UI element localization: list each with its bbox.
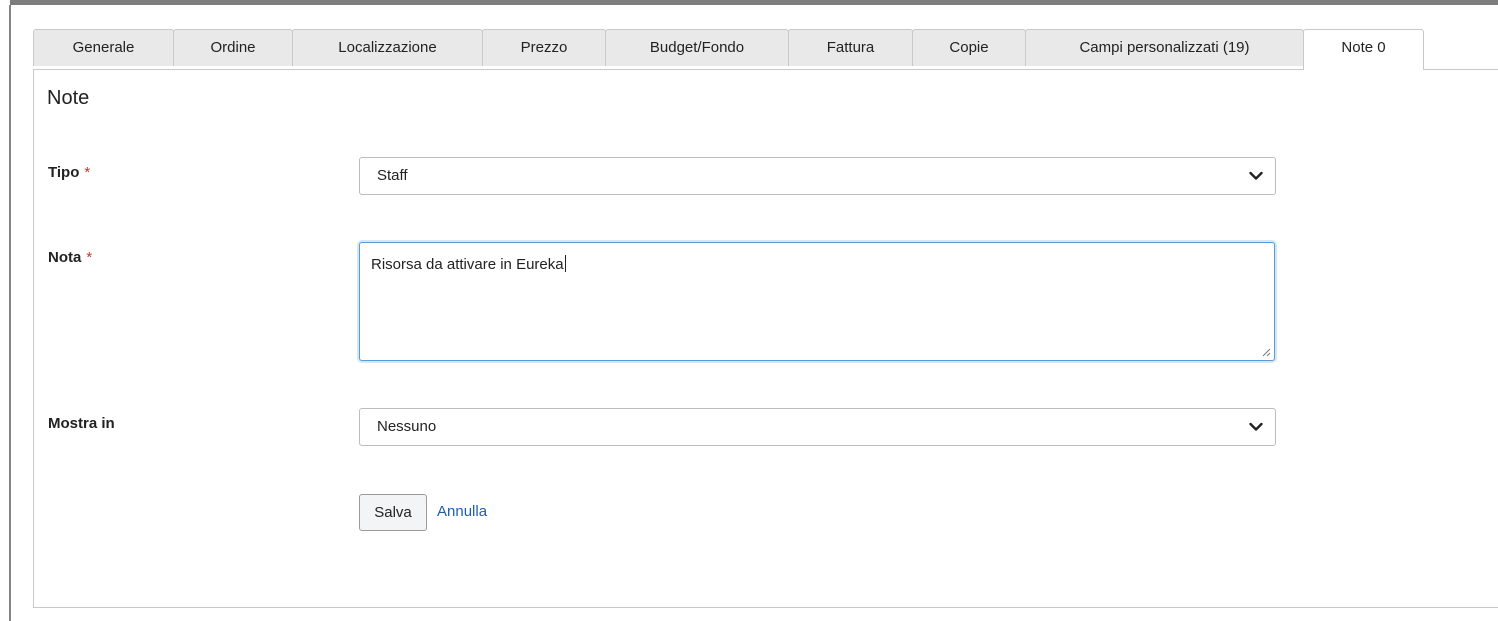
tab-budget-fondo[interactable]: Budget/Fondo (605, 29, 789, 66)
cancel-link[interactable]: Annulla (437, 503, 487, 520)
chevron-down-icon (1249, 422, 1263, 431)
text-caret (564, 255, 566, 272)
mostra-in-label-text: Mostra in (48, 415, 115, 432)
tipo-select-value: Staff (377, 167, 408, 184)
nota-text: Risorsa da attivare in Eureka (371, 256, 564, 273)
mostra-in-select-value: Nessuno (377, 418, 437, 435)
tipo-required-mark: * (84, 164, 91, 181)
tab-prezzo[interactable]: Prezzo (482, 29, 606, 66)
tab-note[interactable]: Note 0 (1303, 29, 1424, 70)
resize-grip-icon[interactable] (1261, 347, 1271, 357)
window-left-border (9, 5, 11, 621)
chevron-down-icon (1249, 171, 1263, 180)
nota-required-mark: * (86, 249, 93, 266)
tipo-select[interactable]: Staff (359, 157, 1276, 195)
tipo-label: Tipo * (48, 164, 90, 181)
tab-campi-personalizzati[interactable]: Campi personalizzati (19) (1025, 29, 1304, 66)
tab-fattura[interactable]: Fattura (788, 29, 913, 66)
nota-textarea-value: Risorsa da attivare in Eureka (371, 255, 566, 273)
tab-copie[interactable]: Copie (912, 29, 1026, 66)
save-button[interactable]: Salva (359, 494, 427, 531)
window-top-border (0, 0, 1498, 5)
nota-label: Nota * (48, 249, 92, 266)
tipo-label-text: Tipo (48, 164, 80, 181)
tab-localizzazione[interactable]: Localizzazione (292, 29, 483, 66)
nota-label-text: Nota (48, 249, 82, 266)
mostra-in-select[interactable]: Nessuno (359, 408, 1276, 446)
panel-title: Note (47, 87, 90, 109)
tab-ordine[interactable]: Ordine (173, 29, 293, 66)
mostra-in-label: Mostra in (48, 415, 115, 432)
tab-generale[interactable]: Generale (33, 29, 174, 66)
nota-textarea[interactable]: Risorsa da attivare in Eureka (359, 242, 1275, 361)
